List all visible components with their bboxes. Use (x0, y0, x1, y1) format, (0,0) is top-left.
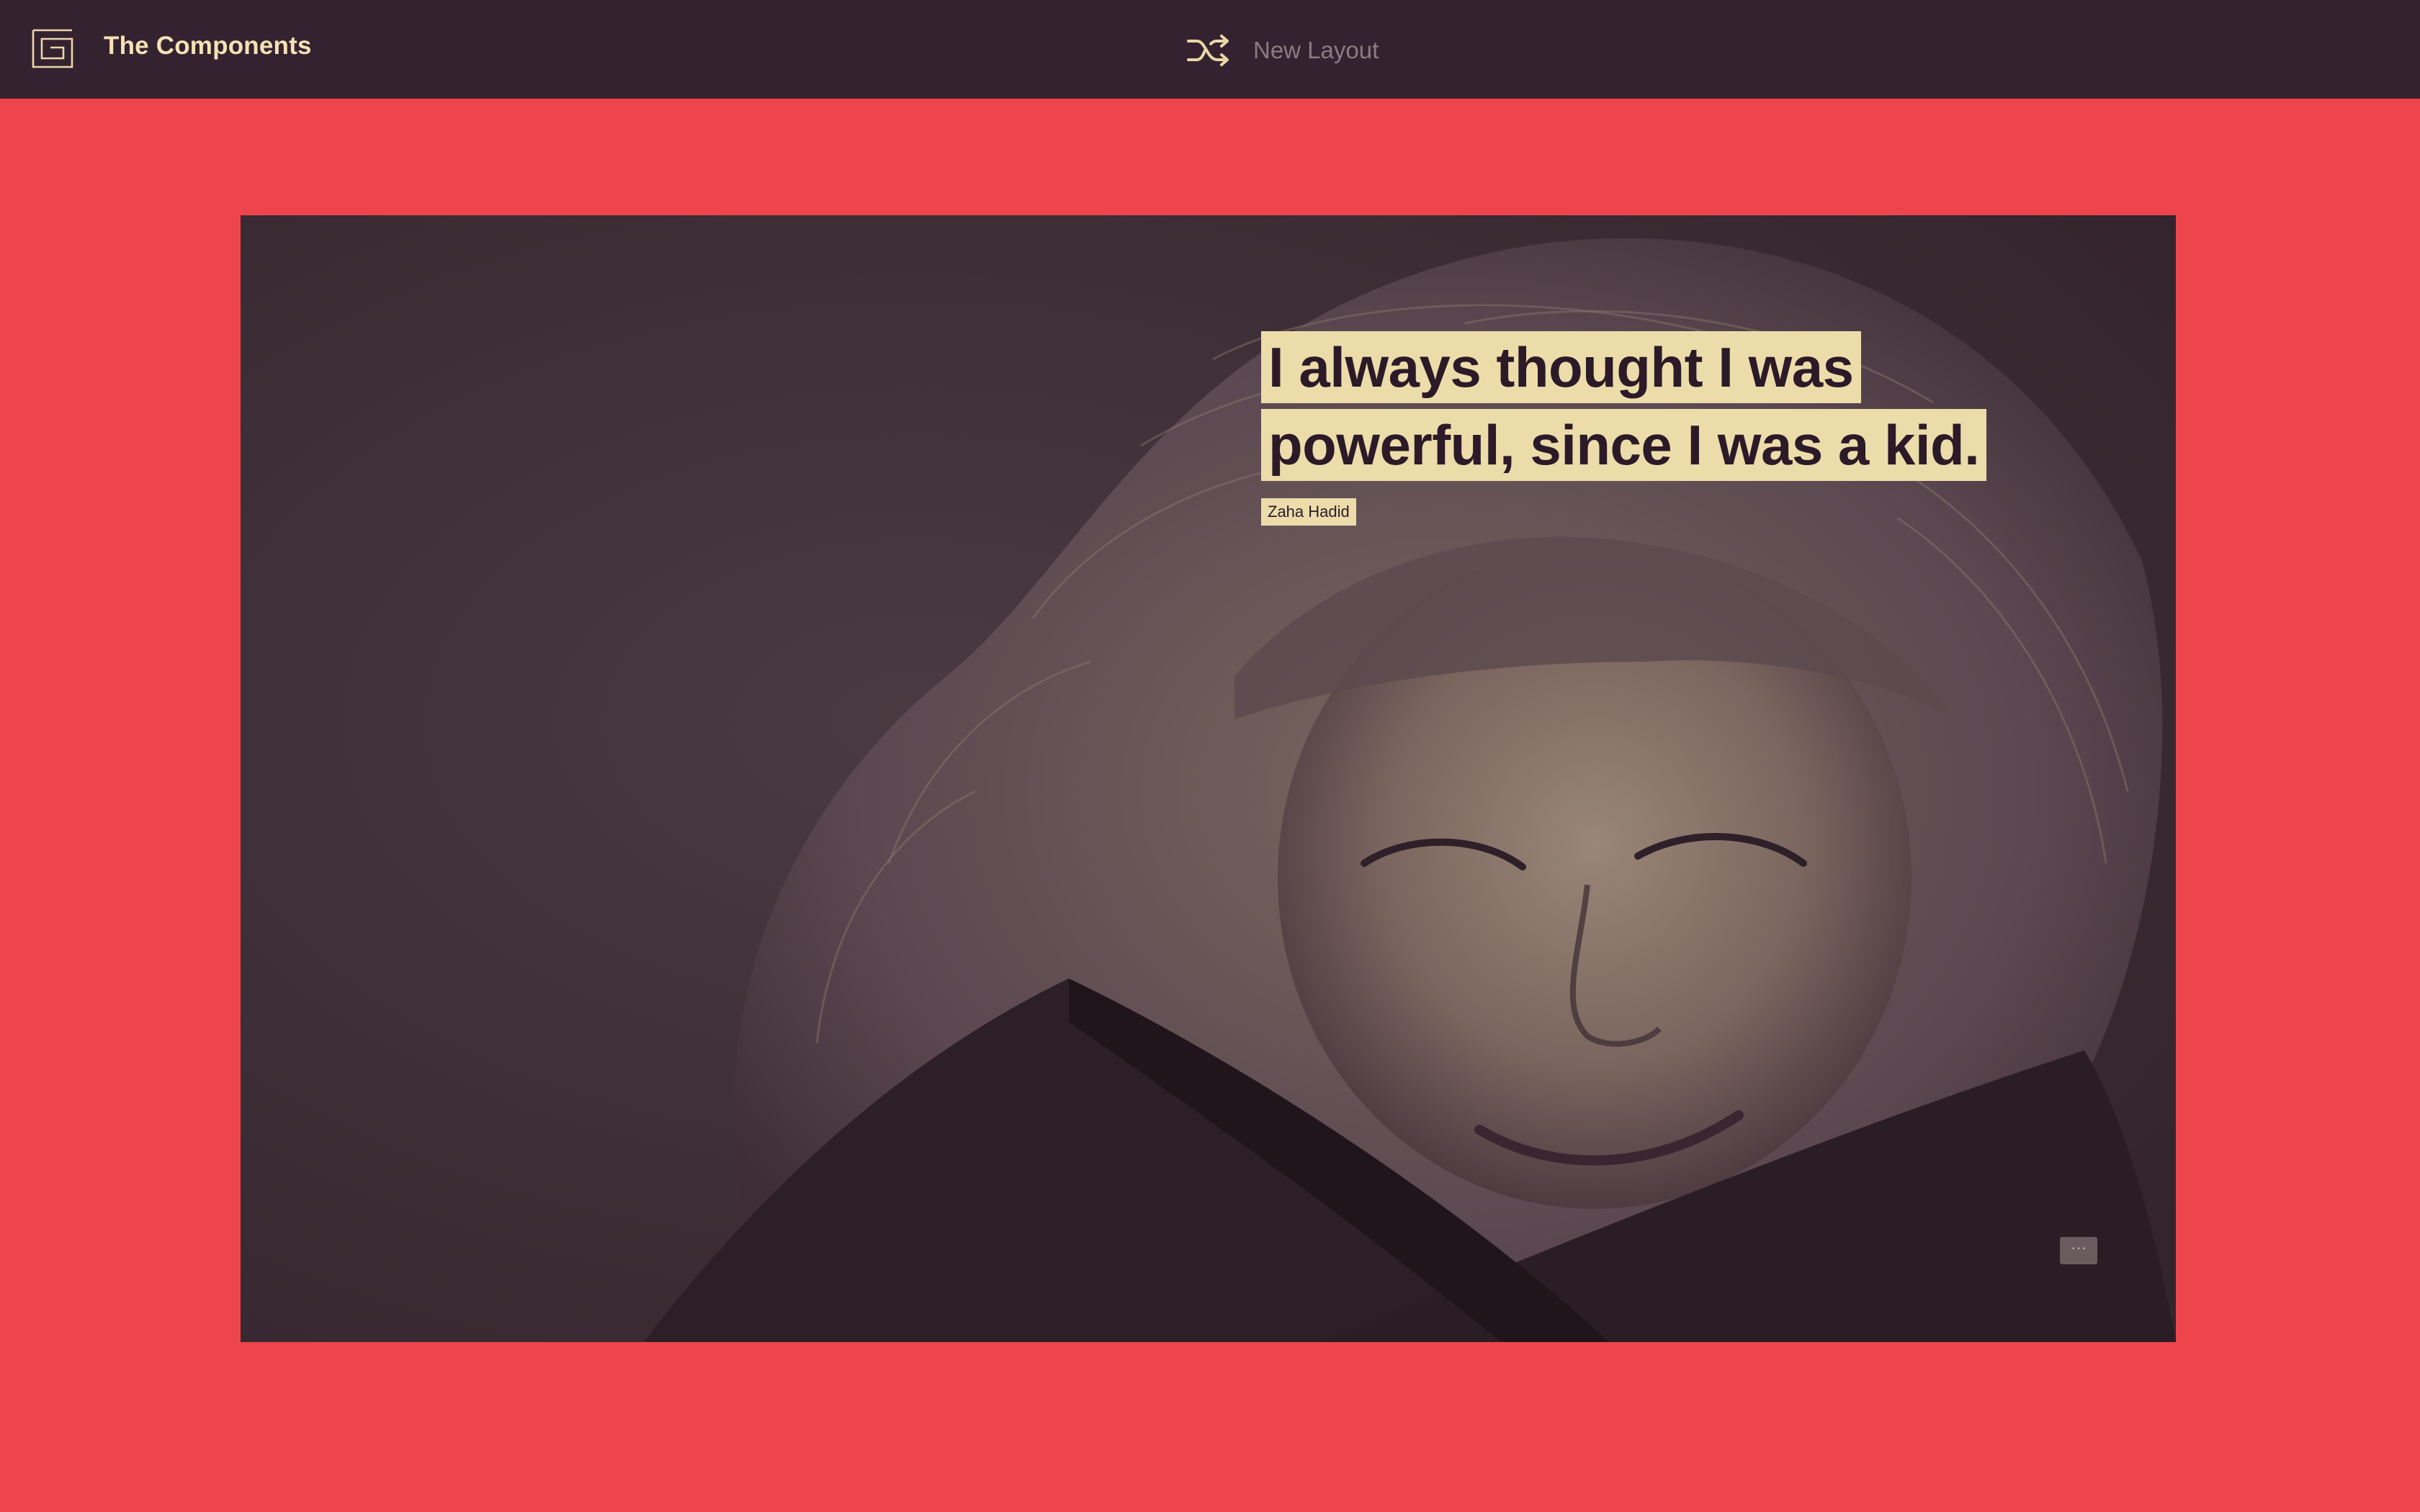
quote-line: powerful, since I was a kid. (1261, 409, 1987, 481)
top-bar: The Components New Layout (0, 0, 2420, 99)
more-options-button[interactable]: ··· (2060, 1237, 2097, 1264)
shuffle-icon (1187, 35, 1229, 66)
quote-block: I always thought I was powerful, since I… (1261, 331, 2053, 526)
app-title[interactable]: The Components (104, 32, 312, 60)
hero-card: I always thought I was powerful, since I… (241, 215, 2176, 1342)
quote-author: Zaha Hadid (1261, 498, 1356, 526)
new-layout-button[interactable]: New Layout (1186, 29, 1379, 72)
quote-line: I always thought I was (1261, 331, 1861, 403)
grid-logo-icon[interactable] (31, 27, 74, 69)
new-layout-label: New Layout (1253, 37, 1379, 63)
